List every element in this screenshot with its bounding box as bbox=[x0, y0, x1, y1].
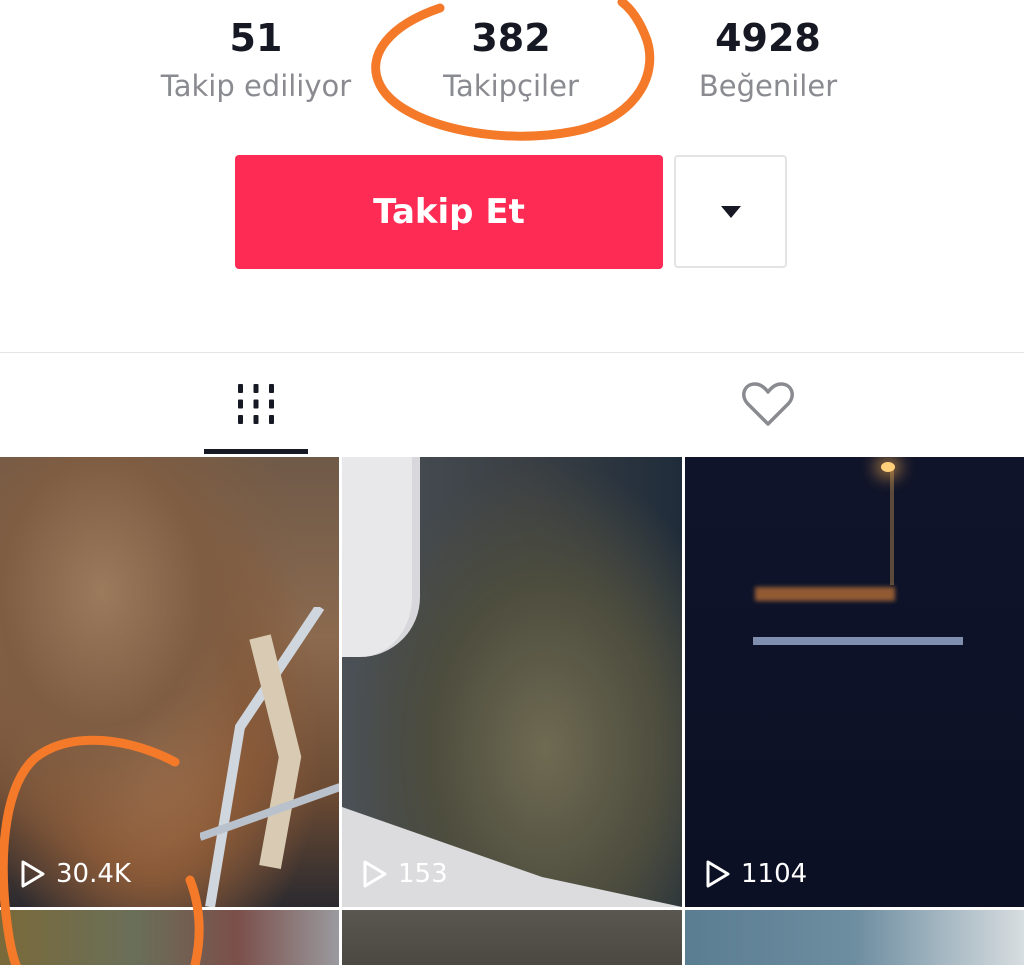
heart-icon bbox=[742, 382, 794, 426]
wall-shape bbox=[342, 457, 420, 657]
play-icon bbox=[706, 860, 730, 888]
video-thumbnail[interactable] bbox=[0, 910, 339, 965]
grid-icon bbox=[238, 384, 274, 424]
window-frame bbox=[753, 547, 963, 645]
play-count: 1104 bbox=[705, 859, 807, 889]
play-icon bbox=[363, 860, 387, 888]
following-stat[interactable]: 51 Takip ediliyor bbox=[126, 14, 386, 106]
following-label: Takip ediliyor bbox=[160, 69, 352, 103]
followers-stat[interactable]: 382 Takipçiler bbox=[381, 14, 641, 106]
video-thumbnail[interactable] bbox=[685, 910, 1024, 965]
video-thumbnail[interactable]: 1104 bbox=[685, 457, 1024, 907]
more-options-button[interactable] bbox=[674, 155, 787, 268]
video-thumbnail[interactable] bbox=[342, 910, 682, 965]
likes-count: 4928 bbox=[715, 16, 821, 60]
tab-liked[interactable] bbox=[512, 353, 1024, 455]
play-count-value: 153 bbox=[398, 859, 448, 889]
tab-videos[interactable] bbox=[0, 353, 512, 455]
floor-edge bbox=[342, 807, 682, 907]
play-count-value: 30.4K bbox=[56, 859, 131, 889]
machinery-illustration bbox=[200, 607, 339, 907]
play-count: 153 bbox=[362, 859, 448, 889]
street-light bbox=[881, 462, 895, 472]
video-grid: 30.4K 153 1104 bbox=[0, 457, 1024, 965]
play-icon bbox=[21, 860, 45, 888]
following-count: 51 bbox=[229, 16, 283, 60]
followers-count: 382 bbox=[471, 16, 551, 60]
likes-label: Beğeniler bbox=[698, 69, 838, 103]
active-tab-indicator bbox=[204, 449, 308, 454]
video-thumbnail[interactable]: 153 bbox=[342, 457, 682, 907]
caret-down-icon bbox=[720, 205, 741, 218]
play-count: 30.4K bbox=[20, 859, 131, 889]
video-thumbnail[interactable]: 30.4K bbox=[0, 457, 339, 907]
profile-stats: 51 Takip ediliyor 382 Takipçiler 4928 Be… bbox=[0, 0, 1024, 130]
play-count-value: 1104 bbox=[741, 859, 808, 889]
followers-label: Takipçiler bbox=[443, 69, 579, 103]
follow-button[interactable]: Takip Et bbox=[235, 155, 663, 269]
likes-stat: 4928 Beğeniler bbox=[638, 14, 898, 106]
